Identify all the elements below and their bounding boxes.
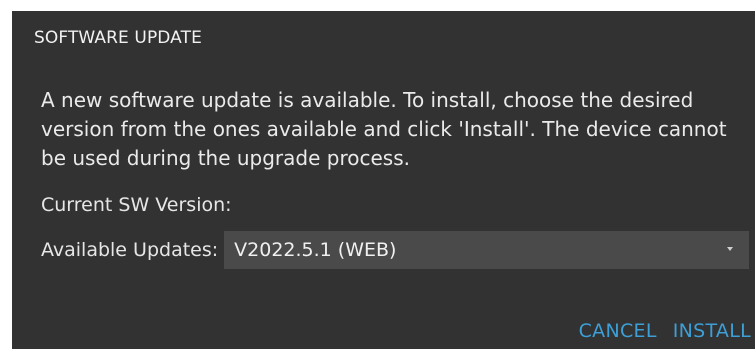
current-version-label: Current SW Version: — [41, 194, 232, 216]
available-updates-label: Available Updates: — [41, 239, 219, 261]
dialog-message: A new software update is available. To i… — [41, 88, 727, 170]
current-version-row: Current SW Version: — [41, 194, 238, 216]
available-updates-select[interactable]: V2022.5.1 (WEB) — [224, 231, 750, 269]
cancel-button[interactable]: CANCEL — [577, 320, 659, 342]
install-button[interactable]: INSTALL — [671, 320, 753, 342]
dialog-title: SOFTWARE UPDATE — [34, 28, 202, 48]
selected-update-value: V2022.5.1 (WEB) — [234, 239, 397, 261]
dialog-actions: CANCEL INSTALL — [577, 320, 753, 342]
software-update-dialog: SOFTWARE UPDATE A new software update is… — [12, 11, 755, 349]
chevron-down-icon — [727, 247, 734, 251]
available-updates-row: Available Updates: V2022.5.1 (WEB) — [41, 231, 750, 269]
